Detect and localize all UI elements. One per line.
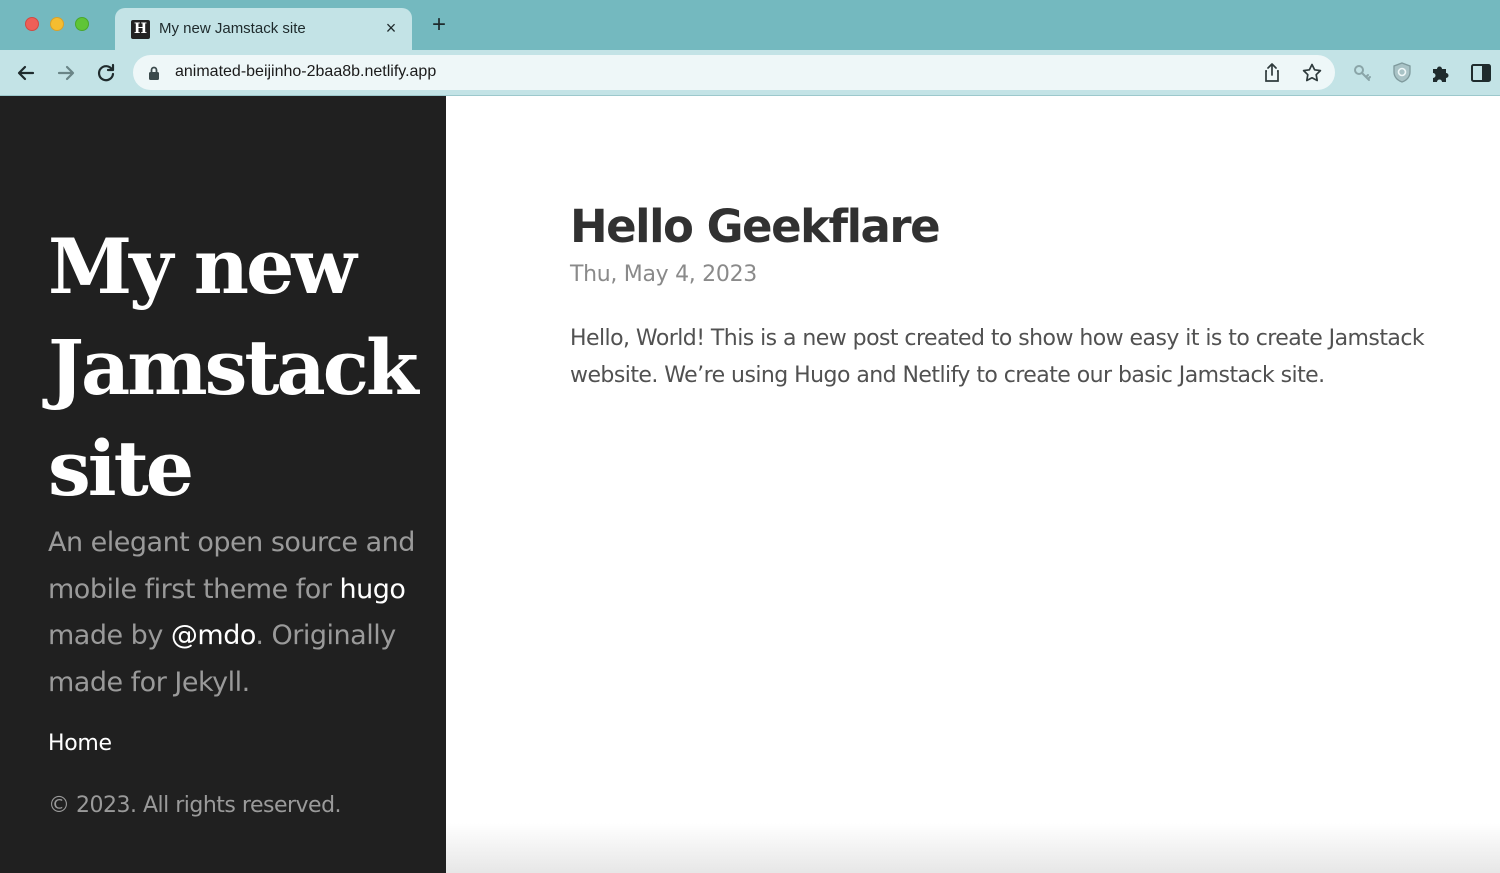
tab-title: My new Jamstack site <box>159 20 306 37</box>
minimize-window-button[interactable] <box>50 17 64 31</box>
forward-arrow-icon[interactable] <box>51 58 81 88</box>
scroll-fade <box>446 823 1500 873</box>
url-text[interactable]: animated-beijinho-2baa8b.netlify.app <box>175 63 436 81</box>
site-title-line: site <box>48 424 194 513</box>
key-icon[interactable] <box>1349 60 1375 86</box>
site-description: An elegant open source and mobile first … <box>48 520 418 706</box>
browser-tab[interactable]: H My new Jamstack site × <box>115 8 412 50</box>
side-panel-icon[interactable] <box>1468 60 1494 86</box>
site-favicon-icon: H <box>131 20 150 39</box>
mdo-link[interactable]: @mdo <box>171 620 256 651</box>
copyright-text: © 2023. All rights reserved. <box>48 793 342 818</box>
site-title-line: Jamstack <box>48 323 419 412</box>
reload-icon[interactable] <box>91 58 121 88</box>
hugo-link[interactable]: hugo <box>340 574 406 605</box>
sidebar: My new Jamstack site An elegant open sou… <box>0 96 446 873</box>
site-title[interactable]: My new Jamstack site <box>48 216 428 519</box>
post-body: Hello, World! This is a new post created… <box>570 326 1425 388</box>
site-title-line: My new <box>48 222 357 311</box>
shield-icon[interactable] <box>1389 60 1415 86</box>
post-title: Hello Geekflare <box>570 200 941 253</box>
close-window-button[interactable] <box>25 17 39 31</box>
description-text: made by <box>48 620 171 651</box>
browser-toolbar: animated-beijinho-2baa8b.netlify.app <box>0 50 1500 96</box>
post-date: Thu, May 4, 2023 <box>570 262 757 287</box>
address-bar[interactable]: animated-beijinho-2baa8b.netlify.app <box>133 55 1335 90</box>
share-icon[interactable] <box>1259 60 1285 86</box>
main-content: Hello Geekflare Thu, May 4, 2023 Hello, … <box>446 96 1500 873</box>
close-tab-icon[interactable]: × <box>380 17 402 39</box>
new-tab-button[interactable]: + <box>428 13 450 37</box>
maximize-window-button[interactable] <box>75 17 89 31</box>
back-arrow-icon[interactable] <box>11 58 41 88</box>
lock-icon[interactable] <box>147 65 161 81</box>
sidebar-nav: Home <box>48 731 112 756</box>
puzzle-icon[interactable] <box>1428 60 1454 86</box>
home-link[interactable]: Home <box>48 731 112 756</box>
star-icon[interactable] <box>1299 60 1325 86</box>
browser-tab-bar: H My new Jamstack site × + <box>0 0 1500 50</box>
